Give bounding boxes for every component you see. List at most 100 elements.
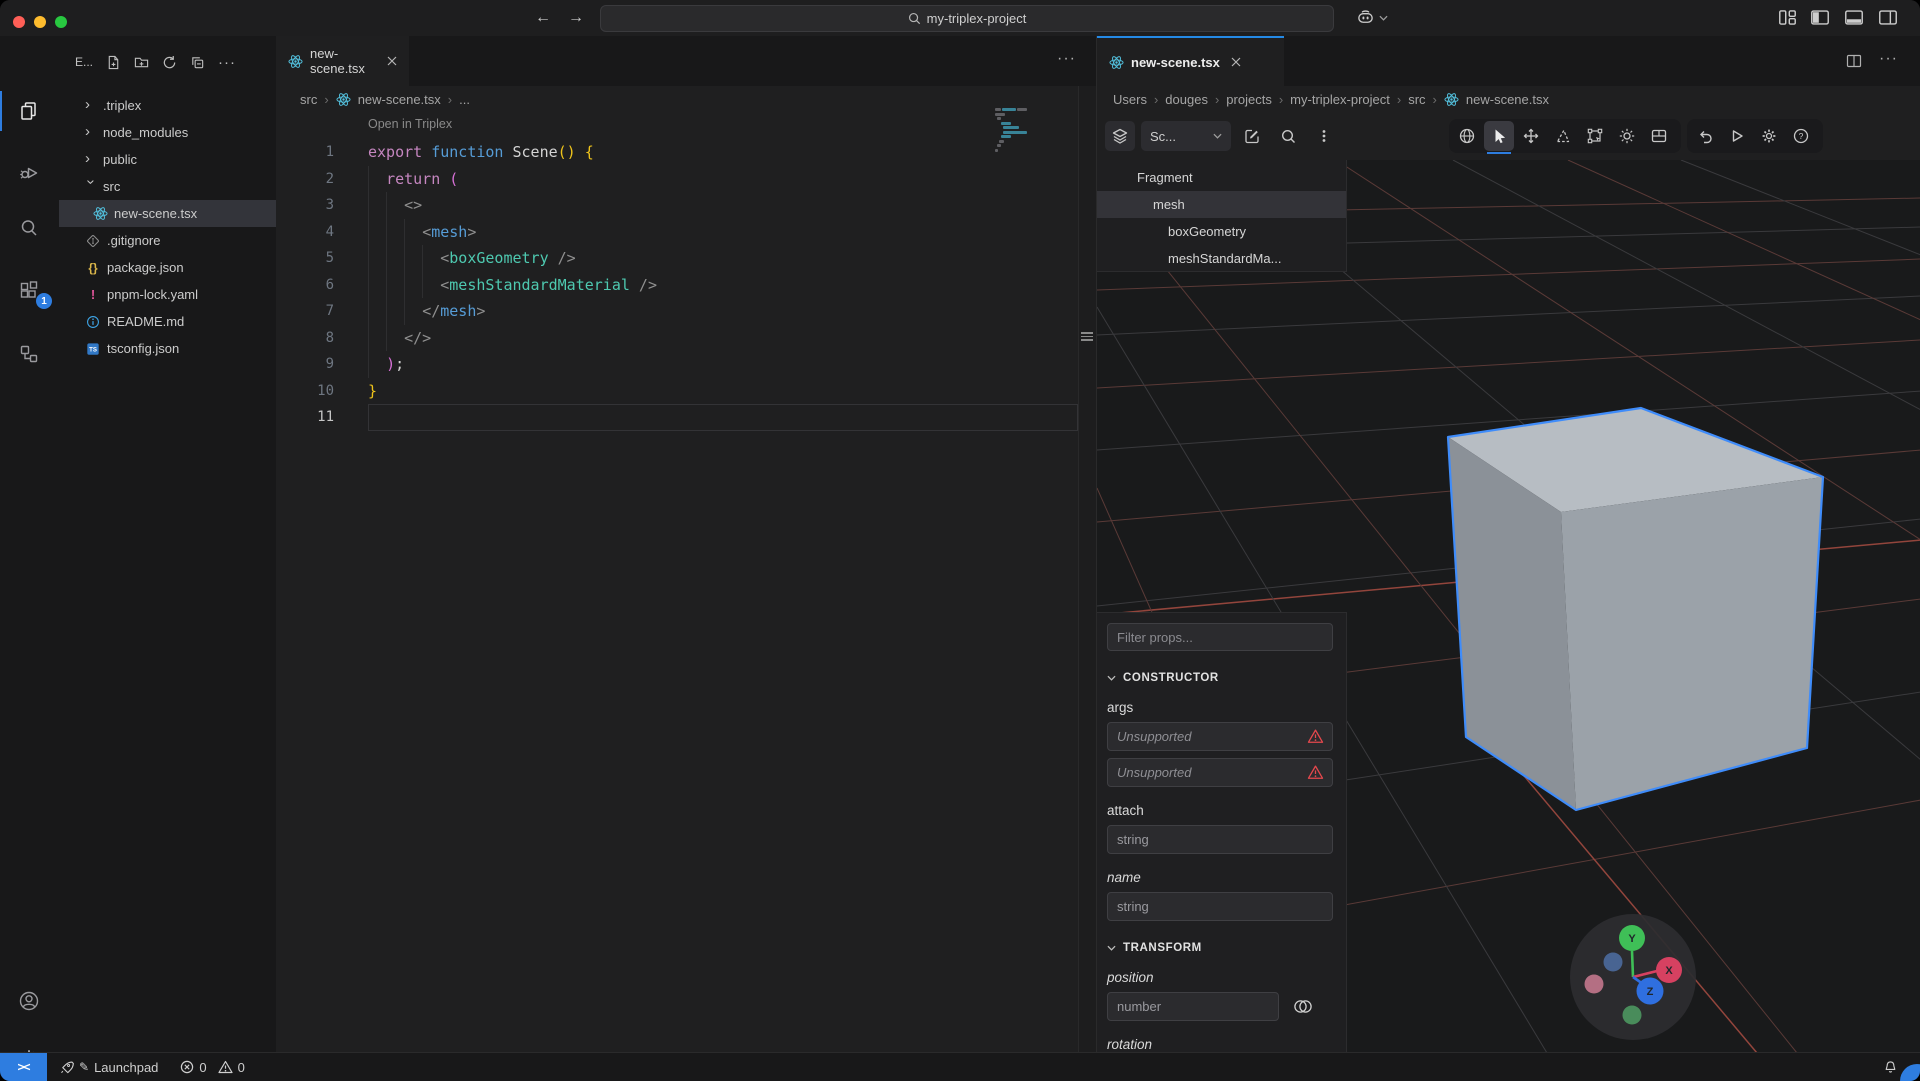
- file-item-readme-md[interactable]: README.md: [59, 308, 276, 335]
- frame-panel-icon[interactable]: [1644, 121, 1674, 151]
- close-tab-icon[interactable]: [387, 56, 397, 66]
- code-editor[interactable]: Open in Triplex 1 export function Scene()…: [276, 108, 1096, 1053]
- explorer-icon[interactable]: [0, 89, 58, 133]
- code-line-7[interactable]: 7 </mesh>: [276, 298, 1096, 325]
- prop-input-name[interactable]: string: [1107, 892, 1333, 921]
- file-item-triplex[interactable]: › .triplex: [59, 92, 276, 119]
- scene-select[interactable]: Sc...: [1141, 121, 1231, 151]
- breadcrumb-item-new-scene-tsx[interactable]: new-scene.tsx: [358, 92, 441, 107]
- breadcrumb-item-[interactable]: ...: [459, 92, 470, 107]
- breadcrumb-item-my-triplex-project[interactable]: my-triplex-project: [1290, 92, 1390, 107]
- editor-breadcrumb[interactable]: src › new-scene.tsx ›...: [276, 86, 1096, 113]
- launchpad-status-item[interactable]: ✎ Launchpad: [59, 1060, 158, 1075]
- code-line-5[interactable]: 5 <boxGeometry />: [276, 245, 1096, 272]
- editor-scrollbar[interactable]: [1078, 86, 1096, 1053]
- sash-handle[interactable]: [1081, 332, 1093, 343]
- breadcrumb-item-douges[interactable]: douges: [1165, 92, 1208, 107]
- section-header-constructor[interactable]: CONSTRUCTOR: [1107, 672, 1333, 684]
- help-icon[interactable]: ?: [1786, 121, 1816, 151]
- code-line-3[interactable]: 3 <>: [276, 192, 1096, 219]
- remote-indicator[interactable]: ><: [0, 1053, 47, 1081]
- kebab-menu-icon[interactable]: [1309, 121, 1339, 151]
- close-tab-icon[interactable]: [1231, 57, 1241, 67]
- editor-tab-new-scene[interactable]: new-scene.tsx: [276, 36, 409, 86]
- breadcrumb-item-users[interactable]: Users: [1113, 92, 1147, 107]
- file-item-tsconfig-json[interactable]: TS tsconfig.json: [59, 335, 276, 362]
- triplex-hierarchy-icon[interactable]: [0, 332, 58, 376]
- play-icon[interactable]: [1722, 121, 1752, 151]
- breadcrumb-item-projects[interactable]: projects: [1226, 92, 1272, 107]
- breadcrumb-item-src[interactable]: src: [1408, 92, 1425, 107]
- code-line-1[interactable]: 1 export function Scene() {: [276, 139, 1096, 166]
- search-scene-icon[interactable]: [1273, 121, 1303, 151]
- code-line-11[interactable]: 11: [276, 404, 1096, 431]
- layers-icon[interactable]: [1105, 121, 1135, 151]
- file-item-new-scene-tsx[interactable]: new-scene.tsx: [59, 200, 276, 227]
- scene-viewport[interactable]: Y X Z Fragment mesh boxGeometry meshStandar…: [1097, 160, 1920, 1053]
- notifications-bell-icon[interactable]: [1883, 1060, 1898, 1075]
- code-line-8[interactable]: 8 </>: [276, 325, 1096, 352]
- scene-node-fragment[interactable]: Fragment: [1097, 164, 1346, 191]
- editor-more-actions-icon[interactable]: ···: [1057, 50, 1076, 68]
- prop-input-attach[interactable]: string: [1107, 825, 1333, 854]
- panel-more-actions-icon[interactable]: ···: [1879, 50, 1898, 68]
- triplex-breadcrumb[interactable]: Users › douges › projects › my-triplex-project…: [1097, 86, 1920, 113]
- scene-node-boxgeometry[interactable]: boxGeometry: [1097, 218, 1346, 245]
- file-item-package-json[interactable]: {} package.json: [59, 254, 276, 281]
- close-window-button[interactable]: [13, 16, 25, 28]
- file-item-public[interactable]: › public: [59, 146, 276, 173]
- copilot-button[interactable]: [1356, 8, 1388, 27]
- customize-layout-icon[interactable]: [1778, 8, 1797, 27]
- extensions-icon[interactable]: 1: [0, 269, 58, 313]
- refresh-icon[interactable]: [162, 55, 177, 70]
- toggle-primary-sidebar-icon[interactable]: [1810, 8, 1830, 27]
- prop-input-args[interactable]: Unsupported: [1107, 758, 1333, 787]
- scale-tool-icon[interactable]: [1580, 121, 1610, 151]
- split-editor-icon[interactable]: [1846, 53, 1862, 69]
- file-item-pnpm-lock-yaml[interactable]: ! pnpm-lock.yaml: [59, 281, 276, 308]
- expand-toggle-icon[interactable]: [1291, 999, 1315, 1014]
- toggle-secondary-sidebar-icon[interactable]: [1878, 8, 1898, 27]
- back-button[interactable]: ←: [535, 8, 551, 28]
- new-folder-icon[interactable]: [134, 55, 149, 70]
- new-file-icon[interactable]: [106, 55, 121, 70]
- edit-scene-icon[interactable]: [1237, 121, 1267, 151]
- code-line-4[interactable]: 4 <mesh>: [276, 219, 1096, 246]
- file-item-gitignore[interactable]: .gitignore: [59, 227, 276, 254]
- translate-tool-icon[interactable]: [1516, 121, 1546, 151]
- codelens-open-in-triplex[interactable]: Open in Triplex: [368, 117, 452, 131]
- breadcrumb-item-src[interactable]: src: [300, 92, 317, 107]
- prop-input-position[interactable]: number: [1107, 992, 1279, 1021]
- undo-icon[interactable]: [1690, 121, 1720, 151]
- scene-node-mesh[interactable]: mesh: [1097, 191, 1346, 218]
- accounts-icon[interactable]: [0, 979, 58, 1023]
- file-item-src[interactable]: › src: [59, 173, 276, 200]
- code-line-6[interactable]: 6 <meshStandardMaterial />: [276, 272, 1096, 299]
- lighting-sun-icon[interactable]: [1612, 121, 1642, 151]
- prop-input-args[interactable]: Unsupported: [1107, 722, 1333, 751]
- search-icon[interactable]: [0, 206, 58, 250]
- settings-gear-icon[interactable]: [1754, 121, 1784, 151]
- run-debug-icon[interactable]: [0, 150, 58, 194]
- minimize-window-button[interactable]: [34, 16, 46, 28]
- forward-button[interactable]: →: [568, 8, 584, 28]
- minimap[interactable]: [995, 108, 1047, 153]
- rotate-tool-icon[interactable]: [1548, 121, 1578, 151]
- code-line-10[interactable]: 10}: [276, 378, 1096, 405]
- problems-status-item[interactable]: 0 0: [180, 1060, 245, 1075]
- more-actions-icon[interactable]: ···: [218, 54, 236, 71]
- triplex-tab-new-scene[interactable]: new-scene.tsx: [1097, 36, 1284, 86]
- filter-props-input[interactable]: [1107, 623, 1333, 651]
- section-header-transform[interactable]: TRANSFORM: [1107, 942, 1333, 954]
- globe-space-icon[interactable]: [1452, 121, 1482, 151]
- zoom-window-button[interactable]: [55, 16, 67, 28]
- toggle-panel-icon[interactable]: [1844, 8, 1864, 27]
- collapse-all-icon[interactable]: [190, 55, 205, 70]
- code-line-2[interactable]: 2 return (: [276, 166, 1096, 193]
- command-center-search[interactable]: my-triplex-project: [600, 5, 1334, 32]
- breadcrumb-item-new-scene-tsx[interactable]: new-scene.tsx: [1466, 92, 1549, 107]
- scene-node-meshstandardma[interactable]: meshStandardMa...: [1097, 245, 1346, 272]
- file-item-node-modules[interactable]: › node_modules: [59, 119, 276, 146]
- select-tool-icon[interactable]: [1484, 121, 1514, 154]
- code-line-9[interactable]: 9 );: [276, 351, 1096, 378]
